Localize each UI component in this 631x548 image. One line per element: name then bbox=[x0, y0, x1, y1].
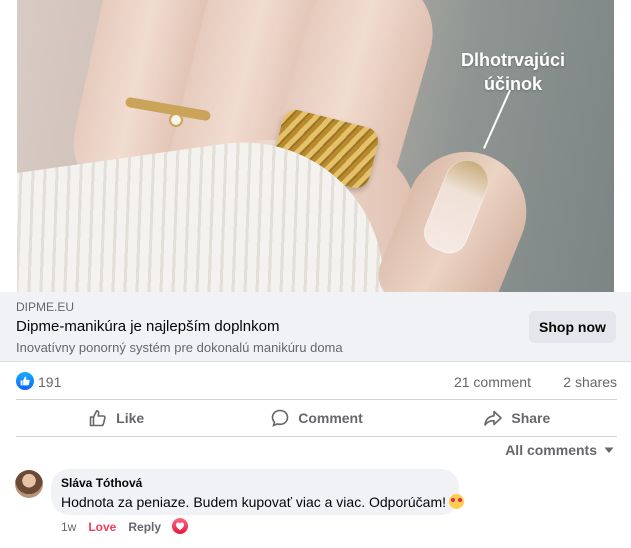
share-arrow-icon bbox=[484, 410, 503, 426]
like-reaction-icon[interactable] bbox=[16, 372, 34, 390]
link-description: Inovatívny ponorný systém pre dokonalú m… bbox=[16, 340, 343, 355]
comment-count[interactable]: 21 comment bbox=[454, 374, 531, 390]
like-label: Like bbox=[116, 410, 145, 426]
comment-meta: 1w Love Reply bbox=[61, 519, 161, 535]
link-domain: DIPME.EU bbox=[16, 300, 75, 314]
ad-image[interactable]: Dlhotrvajúci účinok bbox=[17, 0, 614, 292]
reactions-bar: 191 21 comment 2 shares bbox=[16, 372, 617, 392]
comment-button[interactable]: Comment bbox=[216, 401, 416, 435]
comments-filter-label: All comments bbox=[505, 442, 597, 458]
comment-bubble-icon bbox=[271, 409, 289, 427]
comment-reply-button[interactable]: Reply bbox=[128, 520, 161, 534]
caret-down-icon bbox=[604, 447, 614, 453]
thumbs-up-icon bbox=[89, 410, 106, 427]
comment-label: Comment bbox=[298, 410, 363, 426]
ad-caption-line: Dlhotrvajúci bbox=[460, 50, 566, 70]
comments-filter-dropdown[interactable]: All comments bbox=[505, 442, 615, 458]
comment-author[interactable]: Sláva Tóthová bbox=[61, 476, 142, 490]
heart-reaction-icon[interactable] bbox=[172, 518, 188, 534]
shop-now-button[interactable]: Shop now bbox=[529, 311, 616, 343]
link-preview[interactable]: DIPME.EU Dipme-manikúra je najlepším dop… bbox=[0, 292, 631, 362]
share-label: Share bbox=[511, 410, 551, 426]
link-title[interactable]: Dipme-manikúra je najlepším doplnkom bbox=[16, 318, 279, 335]
comment-bubble: Sláva Tóthová Hodnota za peniaze. Budem … bbox=[51, 469, 465, 515]
ad-caption-line: účinok bbox=[483, 74, 542, 94]
comment-love-button[interactable]: Love bbox=[88, 520, 116, 534]
comment-text: Hodnota za peniaze. Budem kupovať viac a… bbox=[61, 494, 447, 510]
divider bbox=[16, 436, 617, 437]
avatar[interactable] bbox=[15, 470, 43, 498]
comment-timestamp[interactable]: 1w bbox=[61, 520, 76, 534]
reaction-count[interactable]: 191 bbox=[38, 374, 61, 390]
smiling-face-with-hearts-icon bbox=[449, 494, 465, 509]
like-button[interactable]: Like bbox=[16, 401, 216, 435]
caption-pointer-line bbox=[483, 89, 511, 149]
ad-caption: Dlhotrvajúci účinok bbox=[447, 48, 579, 96]
ring-stone-illustration bbox=[169, 113, 183, 127]
share-count[interactable]: 2 shares bbox=[563, 374, 617, 390]
comment-text-row: Hodnota za peniaze. Budem kupovať viac a… bbox=[61, 494, 465, 510]
divider bbox=[16, 399, 617, 400]
post-actions: Like Comment Share bbox=[16, 401, 617, 435]
share-button[interactable]: Share bbox=[417, 401, 617, 435]
